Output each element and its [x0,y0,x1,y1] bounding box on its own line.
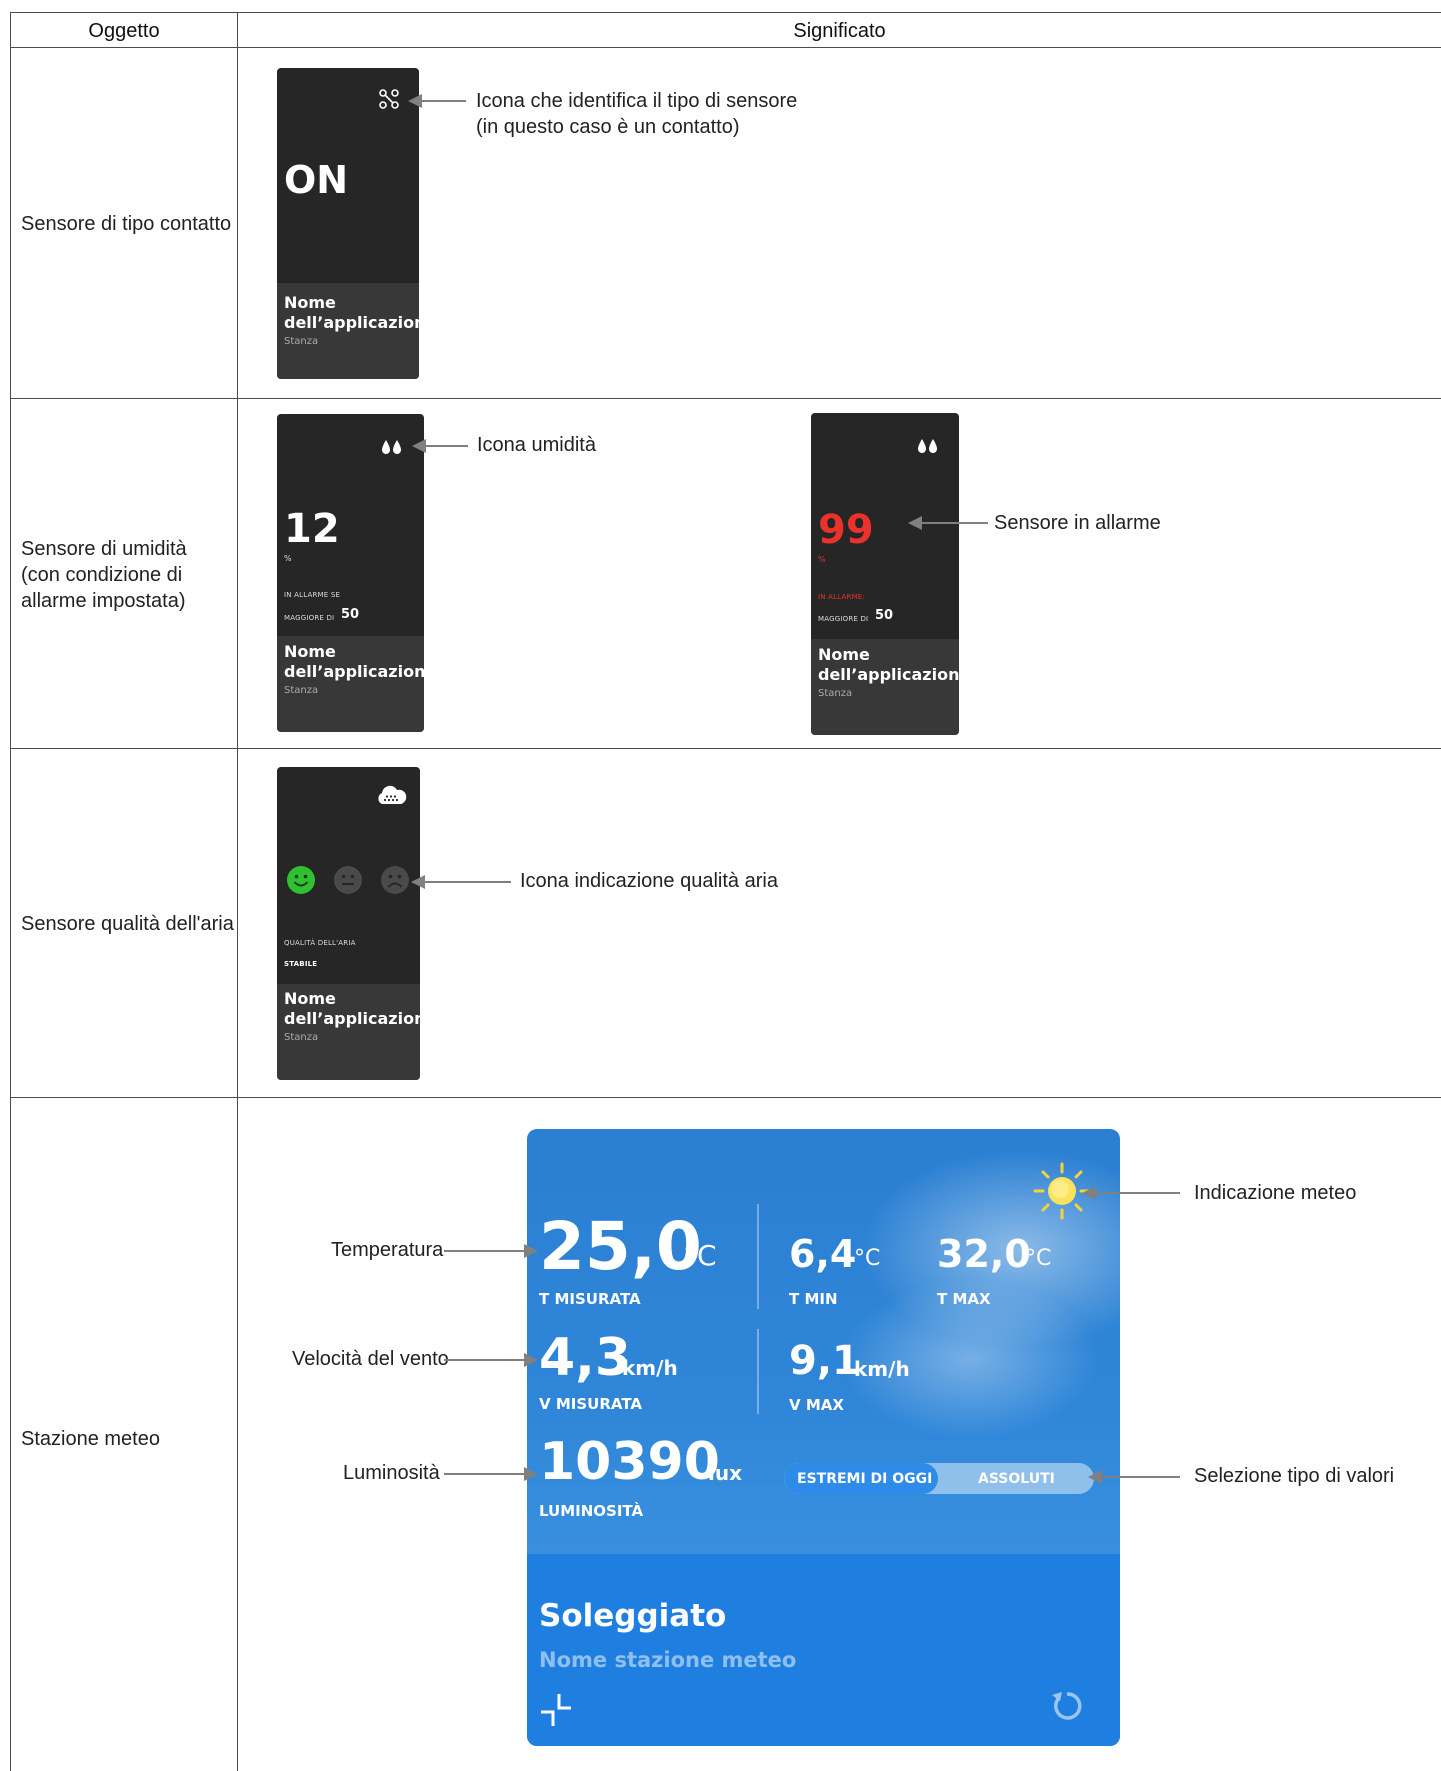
wind-speed-value: 4,3 [539,1328,632,1388]
card-footer: Nome dell’applicazione Stanza [277,283,419,379]
row-label-contact: Sensore di tipo contatto [21,213,232,235]
column-separator [757,1329,759,1414]
humidity-alarm-card[interactable]: 99 % IN ALLARME: MAGGIORE DI 50 Nome del… [811,413,959,735]
wind-speed-label: V MISURATA [539,1395,642,1413]
annotation-arrow [444,1467,538,1481]
app-name: Nome dell’applicazione [284,293,419,332]
air-quality-label: QUALITÀ DELL'ARIA [284,939,356,947]
luminosity-unit: lux [708,1461,742,1485]
humidity-drops-icon [917,438,939,454]
room-name: Stanza [284,336,319,347]
table-border-top [10,12,1441,13]
neutral-face-icon [333,865,363,895]
weather-station-widget[interactable]: 25,0 °C T MISURATA 6,4 °C T MIN 32,0 °C … [527,1129,1120,1746]
tmin-value: 6,4 [789,1232,857,1276]
alarm-threshold-value: 50 [875,608,894,623]
alarm-condition-label: IN ALLARME SE [284,591,341,599]
table-row-divider [10,398,1441,399]
humidity-sensor-card[interactable]: 12 % IN ALLARME SE MAGGIORE DI 50 Nome d… [277,414,424,732]
tmin-unit: °C [854,1246,881,1271]
column-header-oggetto: Oggetto [88,20,160,42]
column-header-significato: Significato [793,20,886,42]
app-name: Nome dell’applicazione [284,642,424,681]
contact-sensor-card[interactable]: ON Nome dell’applicazione Stanza [277,68,419,379]
annotation-arrow [444,1244,538,1258]
alarm-threshold-value: 50 [341,607,360,622]
annotation-weather-indication: Indicazione meteo [1194,1182,1357,1204]
toggle-option-today-extremes[interactable]: ESTREMI DI OGGI [797,1471,932,1487]
happy-face-icon [286,865,316,895]
wind-max-label: V MAX [789,1396,844,1414]
annotation-arrow [408,94,466,108]
table-column-divider [237,12,238,1771]
row-label-weather-station: Stazione meteo [21,1428,160,1450]
collapse-icon[interactable] [539,1692,573,1728]
annotation-arrow [444,1353,538,1367]
sad-face-icon [380,865,410,895]
humidity-unit: % [284,554,292,563]
annotation-sensor-type-icon: Icona che identifica il tipo di sensore … [476,90,798,138]
column-separator [757,1204,759,1309]
temperature-label: T MISURATA [539,1290,641,1308]
humidity-drops-icon [381,439,403,455]
annotation-sensor-alarm: Sensore in allarme [994,512,1161,534]
table-header-divider [10,47,1441,48]
values-type-toggle[interactable]: ESTREMI DI OGGI ASSOLUTI [784,1463,1094,1494]
weather-condition: Soleggiato [539,1598,727,1634]
annotation-values-selection: Selezione tipo di valori [1194,1465,1395,1487]
contact-state-value: ON [284,158,349,202]
wind-speed-unit: km/h [622,1356,678,1380]
card-footer: Nome dell’applicazione Stanza [277,636,424,732]
annotation-arrow [411,875,511,889]
weather-footer: Soleggiato Nome stazione meteo [527,1554,1120,1746]
contact-sensor-icon [379,89,399,109]
station-name: Nome stazione meteo [539,1648,797,1672]
table-row-divider [10,748,1441,749]
app-name: Nome dell’applicazione [818,645,959,684]
room-name: Stanza [284,685,319,696]
card-footer: Nome dell’applicazione Stanza [811,639,959,735]
air-quality-cloud-icon [375,784,407,806]
table-row-divider [10,1097,1441,1098]
annotation-wind-speed: Velocità del vento [292,1348,449,1370]
tmax-unit: °C [1025,1246,1052,1271]
wind-max-unit: km/h [854,1357,910,1381]
tmax-label: T MAX [937,1290,991,1308]
alarm-state-label: IN ALLARME: [818,593,865,601]
room-name: Stanza [818,688,853,699]
row-label-humidity: Sensore di umidità (con condizione di al… [21,538,187,612]
toggle-option-absolute[interactable]: ASSOLUTI [978,1471,1055,1487]
tmax-value: 32,0 [937,1232,1031,1276]
annotation-arrow [412,439,468,453]
row-label-air-quality: Sensore qualità dell'aria [21,913,234,935]
humidity-value: 12 [284,506,340,552]
temperature-unit: °C [683,1239,717,1272]
annotation-arrow [1082,1186,1180,1200]
wind-max-value: 9,1 [789,1338,860,1384]
refresh-icon[interactable] [1048,1687,1086,1725]
humidity-alarm-value: 99 [818,507,874,553]
temperature-value: 25,0 [539,1208,702,1285]
annotation-temperature: Temperatura [331,1239,444,1261]
alarm-threshold-prefix: MAGGIORE DI [818,615,869,623]
alarm-threshold-prefix: MAGGIORE DI [284,614,335,622]
room-name: Stanza [284,1032,319,1043]
tmin-label: T MIN [789,1290,838,1308]
luminosity-value: 10390 [539,1432,720,1492]
annotation-humidity-icon: Icona umidità [477,434,596,456]
air-quality-card[interactable]: QUALITÀ DELL'ARIA STABILE Nome dell’appl… [277,767,420,1080]
annotation-luminosity: Luminosità [343,1462,440,1484]
app-name: Nome dell’applicazione [284,989,420,1028]
luminosity-label: LUMINOSITÀ [539,1502,644,1520]
humidity-unit: % [818,555,826,564]
card-footer: Nome dell’applicazione Stanza [277,984,420,1080]
table-border-left [10,12,11,1771]
annotation-air-quality-icon: Icona indicazione qualità aria [520,870,778,892]
air-quality-status: STABILE [284,960,318,968]
annotation-arrow [908,516,988,530]
annotation-arrow [1088,1470,1180,1484]
